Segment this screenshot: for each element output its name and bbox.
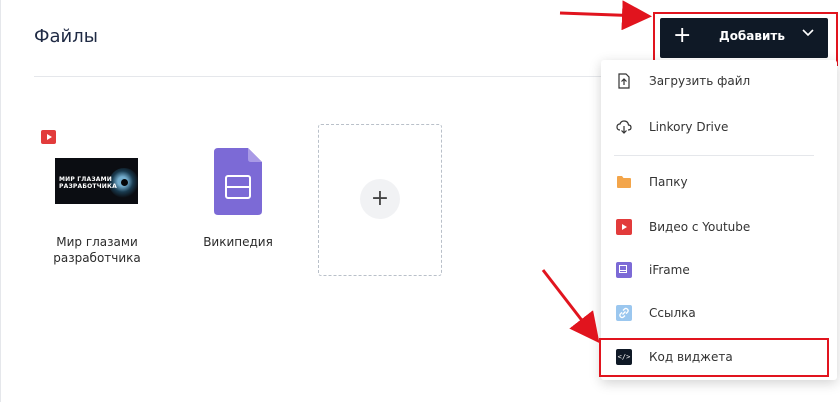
arrow-to-add-button xyxy=(559,0,652,31)
annotation-arrows xyxy=(541,0,652,344)
arrow-to-widget-code xyxy=(541,269,600,344)
